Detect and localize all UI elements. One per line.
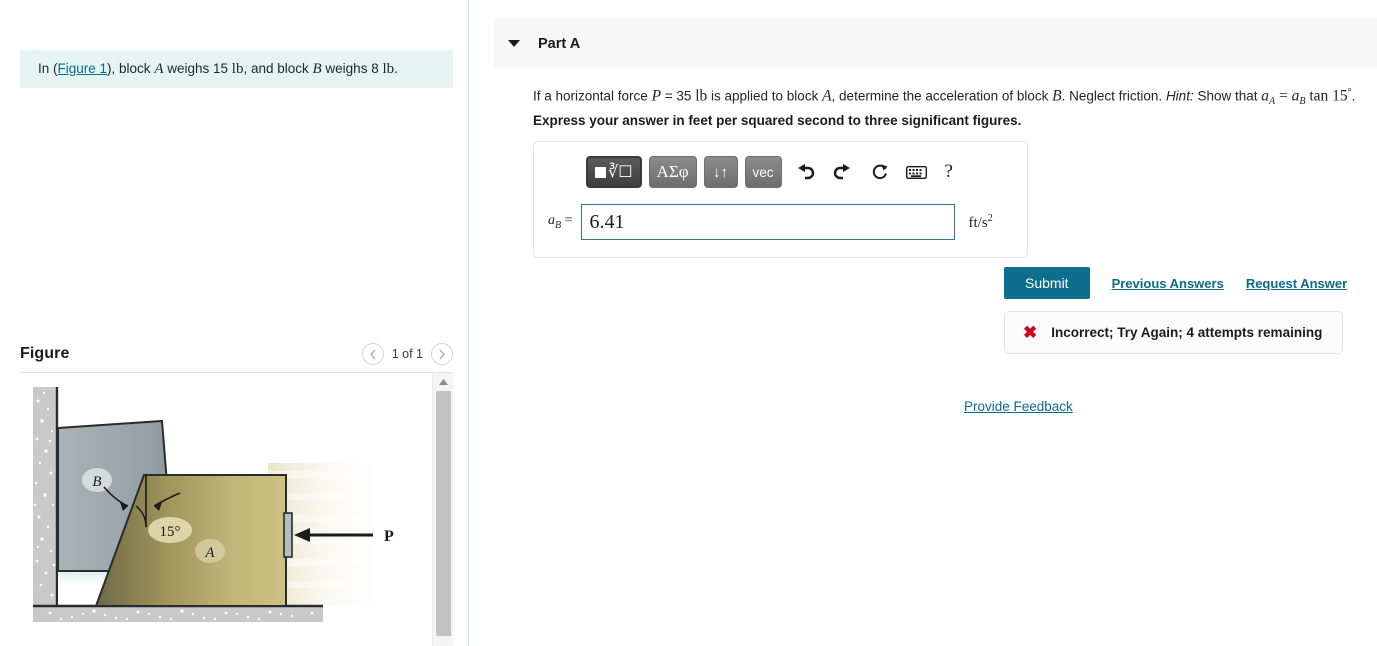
submit-button[interactable]: Submit [1004, 267, 1090, 299]
prompt-text-mid3: , and block [243, 61, 313, 76]
undo-icon [798, 164, 815, 180]
feedback-banner: ✖ Incorrect; Try Again; 4 attempts remai… [1004, 311, 1343, 354]
right-panel: Part A If a horizontal force P = 35 lb i… [470, 0, 1377, 646]
prompt-unit-lb-1: lb [231, 61, 244, 77]
figure-scroll-up-button[interactable] [433, 373, 453, 390]
prompt-text-mid4: weighs 8 [321, 61, 383, 76]
template-button[interactable]: ∛☐ [586, 156, 642, 188]
figure-pager: 1 of 1 [361, 343, 453, 365]
undo-button[interactable] [793, 159, 819, 185]
figure-body: B A 15° P [20, 372, 453, 646]
part-a-label: Part A [538, 35, 581, 52]
chevron-left-icon [369, 349, 376, 359]
answer-unit: ft/s2 [969, 213, 993, 232]
block-a-label: A [204, 545, 215, 561]
arrows-button[interactable]: ↓↑ [703, 156, 738, 188]
redo-button[interactable] [830, 159, 856, 185]
q-t2: = 35 [661, 88, 696, 104]
figure-scroll-thumb[interactable] [436, 391, 451, 636]
prompt-text-mid: ), block [107, 61, 155, 76]
q-eq-equals: = [1275, 87, 1292, 105]
keyboard-icon [906, 165, 928, 179]
caret-up-icon [439, 378, 448, 385]
x-mark-icon: ✖ [1023, 322, 1038, 342]
answer-unit-main: ft/s [968, 214, 988, 231]
prompt-unit-lb-2: lb [382, 61, 395, 77]
q-t1: If a horizontal force [533, 88, 652, 104]
q-eq-a1: a [1261, 87, 1269, 105]
block-a-label-group: A [195, 539, 225, 563]
answer-row: aB = ft/s2 [548, 204, 993, 240]
answer-actions: Submit Previous Answers Request Answer [1004, 267, 1347, 299]
greek-letters-button[interactable]: ΑΣφ [648, 156, 697, 188]
help-button[interactable]: ? [945, 161, 953, 183]
q-t3: is applied to block [707, 88, 823, 104]
prompt-text-end: . [394, 61, 398, 76]
physics-diagram: B A 15° P [33, 387, 394, 622]
angle-label-group: 15° [148, 517, 192, 543]
force-label: P [384, 528, 394, 545]
q-t4: , determine the acceleration of block [831, 88, 1053, 104]
answer-var: a [548, 213, 555, 229]
answer-card: ∛☐ ΑΣφ ↓↑ vec ? aB = 6.41 ft/s2 [533, 141, 1028, 258]
q-unit-lb: lb [695, 87, 708, 105]
redo-icon [833, 164, 851, 180]
arrows-label: ↓↑ [713, 163, 729, 181]
wall-hatching [33, 387, 59, 607]
vector-label: vec [752, 164, 774, 180]
figure-1-link[interactable]: Figure 1 [58, 61, 108, 76]
q-force-p: P [651, 87, 662, 105]
question-text: If a horizontal force P = 35 lb is appli… [533, 83, 1377, 111]
answer-unit-sup: 2 [987, 212, 993, 224]
figure-prev-button[interactable] [361, 343, 384, 365]
vector-button[interactable]: vec [744, 156, 782, 188]
caret-down-icon[interactable] [508, 40, 520, 47]
template-icon [595, 166, 606, 178]
angle-label: 15° [160, 524, 181, 540]
q-t5: . Neglect friction. [1061, 88, 1166, 104]
q-eq-tan: tan 15 [1305, 87, 1348, 105]
greek-letters-label: ΑΣφ [656, 162, 689, 181]
previous-answers-link[interactable]: Previous Answers [1112, 276, 1224, 291]
reset-button[interactable] [867, 159, 893, 185]
figure-scrollbar[interactable] [432, 373, 453, 646]
problem-page: In (Figure 1), block A weighs 15 lb, and… [0, 0, 1377, 646]
radical-icon: ∛☐ [608, 164, 633, 181]
answer-input[interactable] [580, 204, 955, 240]
q-block-a: A [822, 87, 832, 105]
question-instruction: Express your answer in feet per squared … [533, 113, 1022, 128]
keyboard-button[interactable] [904, 159, 930, 185]
provide-feedback-link[interactable]: Provide Feedback [964, 399, 1073, 414]
q-hint-label: Hint: [1165, 88, 1194, 104]
figure-next-button[interactable] [431, 343, 453, 365]
block-b-label-group: B [82, 468, 112, 492]
answer-variable-label: aB = [548, 213, 573, 231]
q-t6: Show that [1193, 88, 1262, 104]
math-toolbar: ∛☐ ΑΣφ ↓↑ vec ? [586, 156, 953, 188]
figure-title: Figure [20, 345, 70, 362]
feedback-text: Incorrect; Try Again; 4 attempts remaini… [1051, 325, 1323, 340]
request-answer-link[interactable]: Request Answer [1246, 276, 1347, 291]
force-plate [283, 512, 293, 558]
problem-statement: In (Figure 1), block A weighs 15 lb, and… [20, 50, 453, 88]
chevron-right-icon [439, 349, 445, 359]
figure-header: Figure 1 of 1 [20, 336, 453, 372]
q-t7: . [1351, 88, 1356, 104]
answer-equals: = [561, 213, 573, 229]
part-a-header[interactable]: Part A [494, 18, 1377, 69]
prompt-text-pre: In ( [38, 61, 58, 76]
prompt-text-mid2: weighs 15 [163, 61, 232, 76]
prompt-block-b: B [312, 61, 322, 77]
ground-hatching [33, 604, 323, 622]
reset-icon [872, 164, 888, 180]
q-block-b: B [1052, 87, 1062, 105]
left-panel: In (Figure 1), block A weighs 15 lb, and… [0, 0, 469, 646]
figure-page-count: 1 of 1 [391, 347, 423, 361]
block-b-label: B [92, 474, 101, 490]
